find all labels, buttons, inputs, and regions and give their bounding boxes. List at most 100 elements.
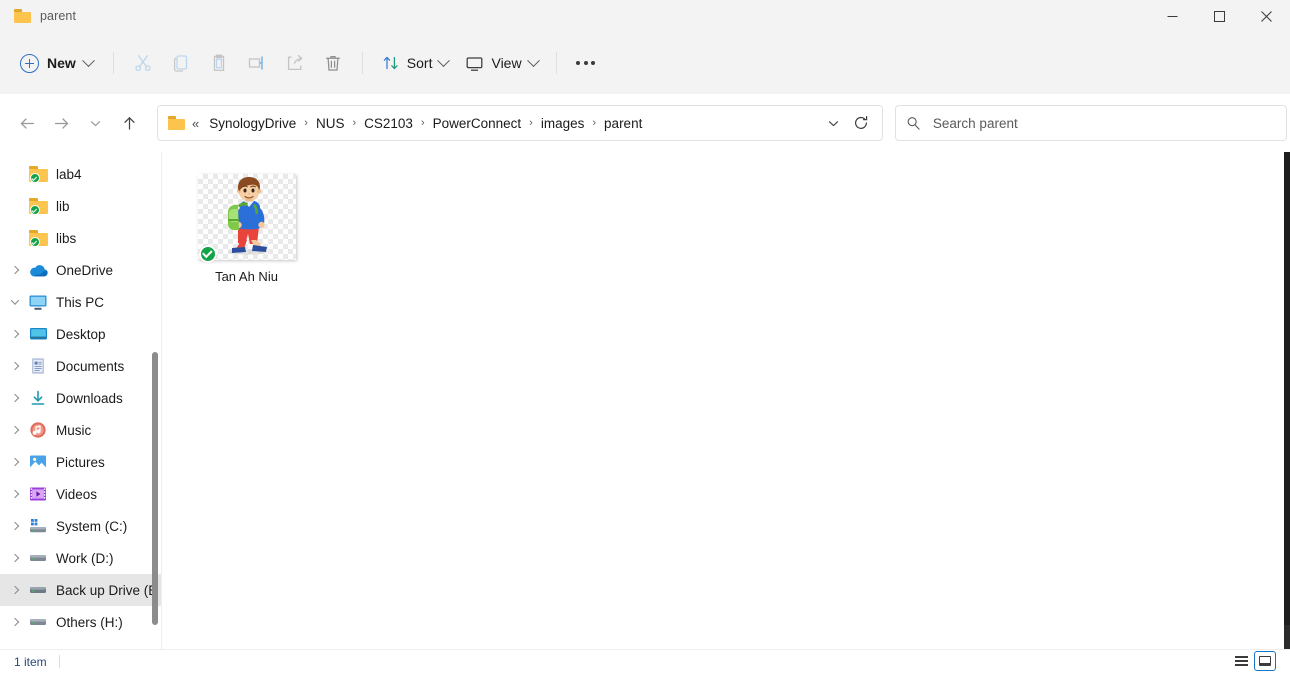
chevron-right-icon[interactable] bbox=[4, 254, 26, 286]
sidebar-item-backup-drive-e[interactable]: Back up Drive (E bbox=[0, 574, 161, 606]
chevron-right-icon[interactable] bbox=[4, 574, 26, 606]
sort-arrows-icon bbox=[383, 56, 398, 70]
sidebar-scrollbar[interactable] bbox=[152, 152, 158, 649]
breadcrumb-separator: › bbox=[529, 117, 533, 129]
view-button[interactable]: View bbox=[456, 46, 545, 80]
sidebar-item-documents[interactable]: Documents bbox=[0, 350, 161, 382]
new-button-label: New bbox=[47, 55, 76, 71]
cut-button[interactable] bbox=[124, 46, 162, 80]
chevron-right-icon[interactable] bbox=[4, 510, 26, 542]
view-toggle-group bbox=[1230, 651, 1276, 671]
minimize-icon[interactable] bbox=[1149, 0, 1196, 32]
toolbar-divider-3 bbox=[555, 52, 557, 74]
sidebar-item-this-pc[interactable]: This PC bbox=[0, 286, 161, 318]
plus-circle-icon bbox=[20, 53, 39, 73]
refresh-icon[interactable] bbox=[846, 109, 876, 137]
breadcrumb-item-current[interactable]: parent bbox=[599, 113, 647, 134]
copy-button[interactable] bbox=[162, 46, 200, 80]
chevron-right-icon[interactable] bbox=[4, 414, 26, 446]
breadcrumb-item[interactable]: NUS bbox=[311, 113, 350, 134]
chevron-right-icon[interactable] bbox=[4, 382, 26, 414]
chevron-down-icon[interactable] bbox=[820, 110, 846, 136]
breadcrumb-overflow-marker[interactable]: « bbox=[192, 116, 199, 131]
file-grid: Tan Ah Niu bbox=[162, 152, 1290, 288]
sidebar-item-label: This PC bbox=[56, 294, 105, 310]
search-box[interactable] bbox=[895, 105, 1287, 141]
large-icons-view-icon[interactable] bbox=[1254, 651, 1276, 671]
breadcrumb-item[interactable]: PowerConnect bbox=[428, 113, 527, 134]
chevron-down-icon[interactable] bbox=[4, 286, 26, 318]
folder-tree: lab4 lib libs OneDrive This PC Desktop D… bbox=[0, 152, 161, 638]
file-item[interactable]: Tan Ah Niu bbox=[194, 170, 299, 288]
up-arrow-icon[interactable] bbox=[112, 106, 146, 140]
search-input[interactable] bbox=[930, 114, 1276, 132]
breadcrumb-item[interactable]: SynologyDrive bbox=[204, 113, 301, 134]
sidebar-scrollbar-thumb[interactable] bbox=[152, 352, 158, 625]
address-bar[interactable]: « SynologyDrive › NUS › CS2103 › PowerCo… bbox=[157, 105, 883, 141]
sidebar-item-label: System (C:) bbox=[56, 518, 128, 534]
breadcrumb-item[interactable]: CS2103 bbox=[359, 113, 418, 134]
chevron-right-icon[interactable] bbox=[4, 606, 26, 638]
window-title: parent bbox=[40, 9, 77, 23]
sidebar-item-videos[interactable]: Videos bbox=[0, 478, 161, 510]
sidebar-item-label: Work (D:) bbox=[56, 550, 114, 566]
sidebar-item-label: libs bbox=[56, 230, 77, 246]
title-bar: parent bbox=[0, 0, 1290, 32]
sort-button[interactable]: Sort bbox=[373, 46, 457, 80]
folder-sync-icon bbox=[26, 230, 50, 247]
view-label: View bbox=[491, 55, 522, 71]
title-bar-left: parent bbox=[0, 9, 76, 23]
sidebar-item-label: Others (H:) bbox=[56, 614, 123, 630]
sidebar-item-label: Back up Drive (E bbox=[56, 582, 158, 598]
status-divider bbox=[58, 655, 60, 668]
breadcrumb-separator: › bbox=[592, 117, 597, 129]
sidebar-item-label: Desktop bbox=[56, 326, 106, 342]
chevron-down-icon bbox=[526, 53, 540, 67]
chevron-right-icon[interactable] bbox=[4, 446, 26, 478]
sidebar-item-label: Documents bbox=[56, 358, 125, 374]
sidebar-item-system-c[interactable]: System (C:) bbox=[0, 510, 161, 542]
sidebar-item-music[interactable]: Music bbox=[0, 414, 161, 446]
maximize-icon[interactable] bbox=[1196, 0, 1243, 32]
details-view-icon[interactable] bbox=[1230, 651, 1252, 671]
onedrive-cloud-icon bbox=[26, 263, 50, 278]
navigation-pane: lab4 lib libs OneDrive This PC Desktop D… bbox=[0, 152, 161, 649]
pictures-icon bbox=[26, 454, 50, 470]
chevron-right-icon[interactable] bbox=[4, 318, 26, 350]
sidebar-item-pictures[interactable]: Pictures bbox=[0, 446, 161, 478]
rename-button[interactable] bbox=[238, 46, 276, 80]
window-controls bbox=[1149, 0, 1290, 32]
chevron-right-icon[interactable] bbox=[4, 478, 26, 510]
breadcrumb-item[interactable]: images bbox=[536, 113, 590, 134]
sidebar-item-onedrive[interactable]: OneDrive bbox=[0, 254, 161, 286]
file-explorer-window: parent New Sort View « SynologyDrive › N… bbox=[0, 0, 1290, 673]
paste-button[interactable] bbox=[200, 46, 238, 80]
chevron-right-icon[interactable] bbox=[4, 542, 26, 574]
close-icon[interactable] bbox=[1243, 0, 1290, 32]
file-name-label: Tan Ah Niu bbox=[215, 269, 278, 284]
sidebar-item-label: Music bbox=[56, 422, 92, 438]
sidebar-item-desktop[interactable]: Desktop bbox=[0, 318, 161, 350]
new-button[interactable]: New bbox=[12, 47, 103, 79]
sidebar-item-work-d[interactable]: Work (D:) bbox=[0, 542, 161, 574]
sidebar-item-lab4[interactable]: lab4 bbox=[0, 158, 161, 190]
sidebar-item-libs[interactable]: libs bbox=[0, 222, 161, 254]
back-arrow-icon[interactable] bbox=[10, 106, 44, 140]
item-count-label: 1 item bbox=[14, 654, 47, 669]
toolbar-divider bbox=[112, 52, 114, 74]
file-list-pane[interactable]: Tan Ah Niu bbox=[161, 152, 1290, 649]
sidebar-item-downloads[interactable]: Downloads bbox=[0, 382, 161, 414]
chevron-down-icon bbox=[81, 53, 95, 67]
forward-arrow-icon[interactable] bbox=[44, 106, 78, 140]
share-button[interactable] bbox=[276, 46, 314, 80]
drive-icon bbox=[26, 552, 50, 564]
search-icon bbox=[907, 117, 920, 130]
background-window-edge-lower bbox=[1284, 625, 1290, 649]
recent-locations-icon[interactable] bbox=[78, 106, 112, 140]
ellipsis-icon[interactable] bbox=[567, 46, 605, 80]
chevron-right-icon[interactable] bbox=[4, 350, 26, 382]
delete-button[interactable] bbox=[314, 46, 352, 80]
sidebar-item-lib[interactable]: lib bbox=[0, 190, 161, 222]
sidebar-item-others-h[interactable]: Others (H:) bbox=[0, 606, 161, 638]
music-icon bbox=[26, 421, 50, 439]
